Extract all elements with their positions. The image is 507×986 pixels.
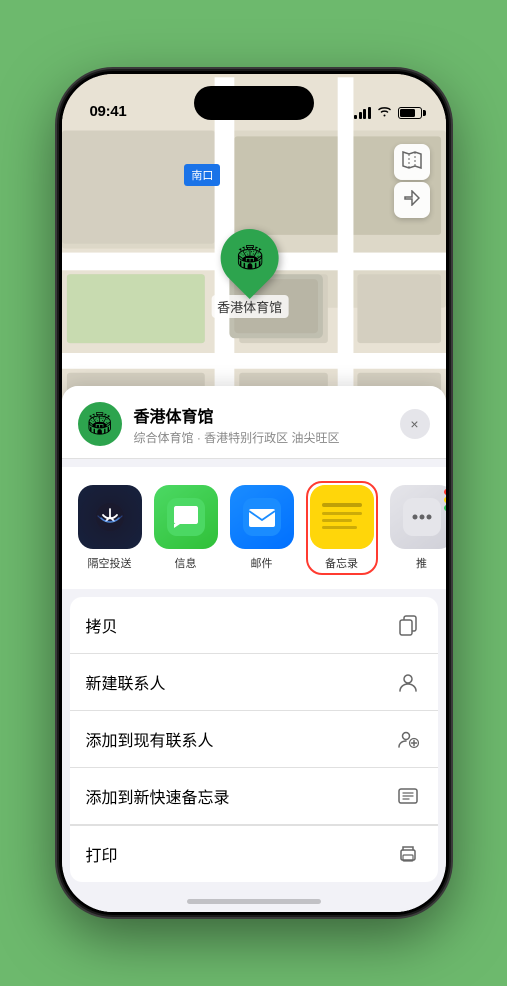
notes-icon	[310, 485, 374, 549]
map-type-icon	[402, 151, 422, 174]
map-type-button[interactable]	[394, 144, 430, 180]
app-item-more[interactable]: 推	[390, 485, 446, 571]
copy-icon	[394, 611, 422, 639]
dynamic-island	[194, 86, 314, 120]
signal-bars-icon	[354, 107, 371, 119]
phone-inner: 09:41	[62, 74, 446, 912]
print-icon	[394, 840, 422, 868]
new-contact-icon	[394, 668, 422, 696]
sheet-location-icon: 🏟	[78, 402, 122, 446]
sheet-location-info: 香港体育馆 综合体育馆 · 香港特别行政区 油尖旺区	[134, 403, 400, 446]
sheet-location-desc: 综合体育馆 · 香港特别行政区 油尖旺区	[134, 429, 400, 446]
more-dots	[444, 489, 446, 511]
sheet-location-name: 香港体育馆	[134, 403, 400, 427]
app-item-messages[interactable]: 信息	[154, 485, 218, 571]
share-sheet: 🏟 香港体育馆 综合体育馆 · 香港特别行政区 油尖旺区 ×	[62, 386, 446, 912]
map-location-label: 南口	[184, 164, 220, 186]
status-time: 09:41	[90, 103, 127, 120]
mail-icon	[230, 485, 294, 549]
add-contact-icon	[394, 725, 422, 753]
action-item-quick-note[interactable]: 添加到新快速备忘录	[70, 768, 438, 825]
new-contact-label: 新建联系人	[86, 670, 394, 694]
app-row: 隔空投送 信息	[62, 467, 446, 589]
airdrop-icon	[78, 485, 142, 549]
messages-icon	[154, 485, 218, 549]
status-icons	[354, 105, 422, 120]
messages-label: 信息	[175, 555, 197, 571]
add-contact-label: 添加到现有联系人	[86, 727, 394, 751]
more-icon	[390, 485, 446, 549]
app-item-airdrop[interactable]: 隔空投送	[78, 485, 142, 571]
map-controls	[394, 144, 430, 218]
home-indicator-area	[62, 882, 446, 912]
phone-frame: 09:41	[59, 71, 449, 915]
location-arrow-button[interactable]	[394, 182, 430, 218]
action-item-print[interactable]: 打印	[70, 825, 438, 882]
close-button[interactable]: ×	[400, 409, 430, 439]
sheet-header: 🏟 香港体育馆 综合体育馆 · 香港特别行政区 油尖旺区 ×	[62, 386, 446, 459]
pin-icon: 🏟	[209, 217, 291, 299]
copy-label: 拷贝	[86, 613, 394, 637]
home-indicator	[187, 899, 321, 904]
quick-note-label: 添加到新快速备忘录	[86, 784, 394, 808]
action-item-copy[interactable]: 拷贝	[70, 597, 438, 654]
airdrop-label: 隔空投送	[88, 555, 132, 571]
action-item-add-contact[interactable]: 添加到现有联系人	[70, 711, 438, 768]
action-item-new-contact[interactable]: 新建联系人	[70, 654, 438, 711]
quick-note-icon	[394, 782, 422, 810]
location-pin: 🏟 香港体育馆	[211, 229, 288, 318]
app-item-notes[interactable]: 备忘录	[306, 481, 378, 575]
notes-label: 备忘录	[325, 555, 358, 571]
wifi-icon	[377, 105, 392, 120]
location-arrow-icon	[404, 190, 420, 211]
app-item-mail[interactable]: 邮件	[230, 485, 294, 571]
action-list: 拷贝 新建联系人	[70, 597, 438, 882]
mail-label: 邮件	[251, 555, 273, 571]
battery-icon	[398, 107, 422, 119]
more-label: 推	[416, 555, 427, 571]
print-label: 打印	[86, 842, 394, 866]
